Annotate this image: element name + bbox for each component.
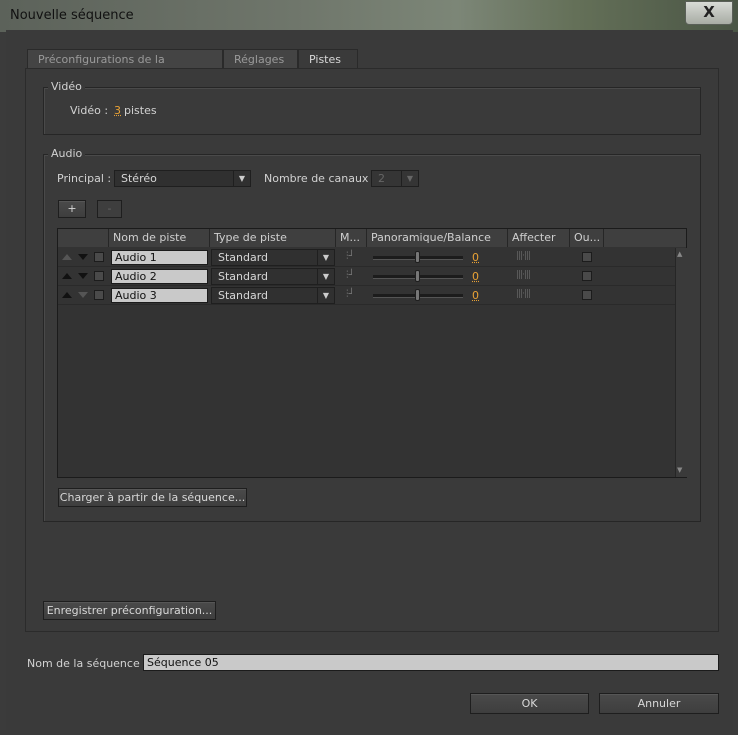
tab-settings[interactable]: Réglages xyxy=(223,49,298,68)
video-track-unit: pistes xyxy=(124,104,157,117)
mono-split-icon[interactable]: ⫶┘ xyxy=(346,270,355,281)
channels-value: 2 xyxy=(378,172,385,185)
track-select-checkbox[interactable] xyxy=(94,290,104,300)
pan-value[interactable]: 0 xyxy=(472,289,479,302)
track-output-checkbox[interactable] xyxy=(582,252,592,262)
close-icon: X xyxy=(703,3,715,21)
meter-icon: |||·||| xyxy=(516,270,531,280)
remove-track-button[interactable]: - xyxy=(97,200,122,218)
master-value: Stéréo xyxy=(121,172,157,185)
scroll-up-icon[interactable]: ▲ xyxy=(677,250,682,258)
pan-slider-thumb[interactable] xyxy=(415,270,420,282)
track-row: Audio 3 Standard ▼ ⫶┘ 0 |||·||| xyxy=(58,286,676,305)
move-down-icon[interactable] xyxy=(78,292,88,298)
pan-slider-thumb[interactable] xyxy=(415,251,420,263)
column-pan-balance[interactable]: Panoramique/Balance xyxy=(367,229,508,247)
master-dropdown[interactable]: Stéréo ▼ xyxy=(114,170,251,187)
cancel-button[interactable]: Annuler xyxy=(599,693,719,714)
track-type-value: Standard xyxy=(218,251,269,264)
title-bar: Nouvelle séquence xyxy=(0,0,738,32)
sequence-name-label: Nom de la séquence : xyxy=(27,657,147,670)
track-type-dropdown[interactable]: Standard ▼ xyxy=(211,249,335,266)
audio-track-table: Nom de piste Type de piste M... Panorami… xyxy=(57,228,687,478)
column-output[interactable]: Ou... xyxy=(570,229,604,247)
column-track-name[interactable]: Nom de piste xyxy=(109,229,210,247)
column-assign[interactable]: Affecter xyxy=(508,229,570,247)
track-type-dropdown[interactable]: Standard ▼ xyxy=(211,268,335,285)
move-down-icon[interactable] xyxy=(78,254,88,260)
window-title: Nouvelle séquence xyxy=(10,8,134,23)
move-up-icon[interactable] xyxy=(62,292,72,298)
pan-slider-thumb[interactable] xyxy=(415,289,420,301)
master-label: Principal : xyxy=(57,172,112,185)
channels-dropdown[interactable]: 2 ▼ xyxy=(371,170,419,187)
meter-icon: |||·||| xyxy=(516,251,531,261)
track-name-field[interactable]: Audio 3 xyxy=(111,288,208,303)
pan-value[interactable]: 0 xyxy=(472,251,479,264)
mono-split-icon[interactable]: ⫶┘ xyxy=(346,251,355,262)
move-down-icon[interactable] xyxy=(78,273,88,279)
track-output-checkbox[interactable] xyxy=(582,271,592,281)
chevron-down-icon: ▼ xyxy=(317,250,334,265)
meter-icon: |||·||| xyxy=(516,289,531,299)
video-label: Vidéo : xyxy=(70,104,109,117)
video-track-count[interactable]: 3 xyxy=(114,104,121,117)
column-spacer xyxy=(604,229,686,247)
track-name-field[interactable]: Audio 1 xyxy=(111,250,208,265)
track-type-value: Standard xyxy=(218,270,269,283)
column-controls xyxy=(58,229,109,247)
track-type-dropdown[interactable]: Standard ▼ xyxy=(211,287,335,304)
add-track-button[interactable]: + xyxy=(58,200,86,218)
track-type-value: Standard xyxy=(218,289,269,302)
ok-button[interactable]: OK xyxy=(470,693,589,714)
track-select-checkbox[interactable] xyxy=(94,271,104,281)
column-track-type[interactable]: Type de piste xyxy=(210,229,336,247)
chevron-down-icon: ▼ xyxy=(233,171,250,186)
chevron-down-icon: ▼ xyxy=(317,288,334,303)
track-row: Audio 2 Standard ▼ ⫶┘ 0 |||·||| xyxy=(58,267,676,286)
column-mono[interactable]: M... xyxy=(336,229,367,247)
move-up-icon[interactable] xyxy=(62,273,72,279)
scroll-down-icon[interactable]: ▼ xyxy=(677,466,682,474)
track-row: Audio 1 Standard ▼ ⫶┘ 0 |||·||| xyxy=(58,248,676,267)
channels-label: Nombre de canaux : xyxy=(264,172,376,185)
track-name-field[interactable]: Audio 2 xyxy=(111,269,208,284)
chevron-down-icon: ▼ xyxy=(317,269,334,284)
save-preset-button[interactable]: Enregistrer préconfiguration... xyxy=(43,601,216,620)
table-scrollbar[interactable]: ▲ ▼ xyxy=(675,248,687,477)
move-up-icon[interactable] xyxy=(62,254,72,260)
load-from-sequence-button[interactable]: Charger à partir de la séquence... xyxy=(58,488,247,507)
sequence-name-field[interactable]: Séquence 05 xyxy=(143,654,719,671)
audio-group-title: Audio xyxy=(48,147,86,160)
tab-tracks[interactable]: Pistes xyxy=(298,49,358,69)
tab-presets[interactable]: Préconfigurations de la séquence xyxy=(27,49,223,85)
track-output-checkbox[interactable] xyxy=(582,290,592,300)
track-select-checkbox[interactable] xyxy=(94,252,104,262)
close-button[interactable]: X xyxy=(685,1,733,25)
video-group-title: Vidéo xyxy=(48,80,85,93)
chevron-down-icon: ▼ xyxy=(401,171,418,186)
mono-split-icon[interactable]: ⫶┘ xyxy=(346,289,355,300)
pan-value[interactable]: 0 xyxy=(472,270,479,283)
